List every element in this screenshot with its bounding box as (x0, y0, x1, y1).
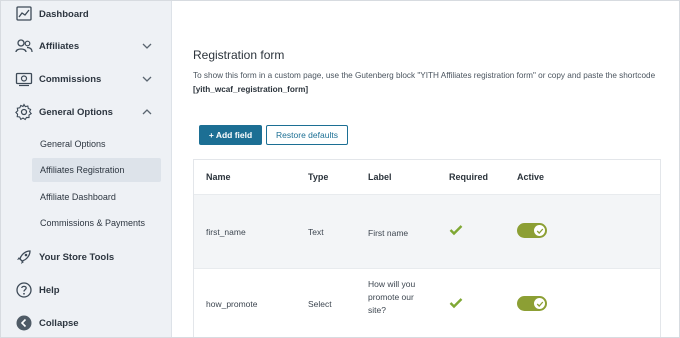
sidebar-subitem-affiliates-registration[interactable]: Affiliates Registration (32, 158, 161, 182)
fields-table: Name Type Label Required Active first_na… (193, 159, 661, 337)
toggle-knob (534, 298, 545, 309)
field-type: Select (308, 299, 332, 309)
sidebar-item-label: Commissions (39, 73, 102, 85)
sidebar-subitem-commissions-payments[interactable]: Commissions & Payments (32, 211, 161, 235)
help-icon (16, 282, 32, 298)
field-name: first_name (206, 227, 246, 237)
page-title: Registration form (193, 48, 285, 62)
table-row[interactable]: how_promote Select How will you promote … (194, 268, 660, 337)
app-window: Dashboard Affiliates Commissions General… (0, 0, 680, 338)
field-label: First name (368, 228, 409, 238)
column-header-label: Label (368, 172, 392, 182)
sidebar-item-label: Dashboard (39, 8, 89, 20)
sidebar-item-label: Help (39, 284, 60, 296)
sidebar-subitem-label: Commissions & Payments (40, 218, 146, 228)
sidebar-item-general-options[interactable]: General Options (1, 99, 172, 125)
main-content: Registration form To show this form in a… (173, 1, 679, 337)
checkmark-icon (449, 298, 463, 309)
description-text: To show this form in a custom page, use … (193, 71, 656, 80)
sidebar-item-label: General Options (39, 106, 113, 118)
sidebar-subitem-label: Affiliate Dashboard (40, 192, 116, 202)
sidebar-item-label: Your Store Tools (39, 251, 115, 263)
sidebar-item-dashboard[interactable]: Dashboard (1, 1, 172, 27)
sidebar-subitem-label: General Options (40, 139, 106, 149)
sidebar-subitem-affiliate-dashboard[interactable]: Affiliate Dashboard (32, 185, 161, 209)
shortcode-text: [yith_wcaf_registration_form] (193, 85, 309, 94)
checkmark-icon (449, 225, 463, 236)
rocket-icon (17, 250, 31, 264)
restore-defaults-button[interactable]: Restore defaults (266, 125, 348, 145)
column-header-type: Type (308, 172, 329, 182)
table-row[interactable]: first_name Text First name (194, 194, 660, 268)
toggle-check-icon (536, 228, 543, 234)
sidebar-subitem-general-options[interactable]: General Options (32, 132, 161, 156)
chevron-down-icon (142, 43, 152, 49)
sidebar-item-label: Affiliates (39, 40, 80, 52)
sidebar: Dashboard Affiliates Commissions General… (1, 1, 172, 337)
sidebar-collapse-button[interactable]: Collapse (1, 310, 172, 336)
active-toggle[interactable] (517, 223, 547, 238)
sidebar-item-commissions[interactable]: Commissions (1, 66, 172, 92)
toggle-check-icon (536, 301, 543, 307)
chevron-up-icon (142, 109, 152, 115)
page-description: To show this form in a custom page, use … (193, 69, 663, 97)
registration-panel: Registration form To show this form in a… (173, 1, 679, 337)
sidebar-subitem-label: Affiliates Registration (40, 165, 125, 175)
column-header-name: Name (206, 172, 231, 182)
field-name: how_promote (206, 299, 258, 309)
users-icon (15, 39, 33, 53)
add-field-button[interactable]: + Add field (199, 125, 262, 145)
collapse-icon (16, 315, 32, 331)
sidebar-item-help[interactable]: Help (1, 277, 172, 303)
active-toggle[interactable] (517, 296, 547, 311)
chevron-down-icon (142, 76, 152, 82)
sidebar-item-label: Collapse (39, 317, 79, 329)
field-type: Text (308, 227, 324, 237)
column-header-required: Required (449, 172, 489, 182)
chart-icon (16, 6, 32, 21)
table-header: Name Type Label Required Active (194, 160, 660, 194)
sidebar-item-affiliates[interactable]: Affiliates (1, 33, 172, 59)
gear-icon (15, 103, 33, 121)
sidebar-item-store-tools[interactable]: Your Store Tools (1, 244, 172, 270)
toggle-knob (534, 225, 545, 236)
field-label: How will you promote our site? (368, 279, 416, 315)
column-header-active: Active (517, 172, 545, 182)
money-icon (15, 72, 33, 87)
